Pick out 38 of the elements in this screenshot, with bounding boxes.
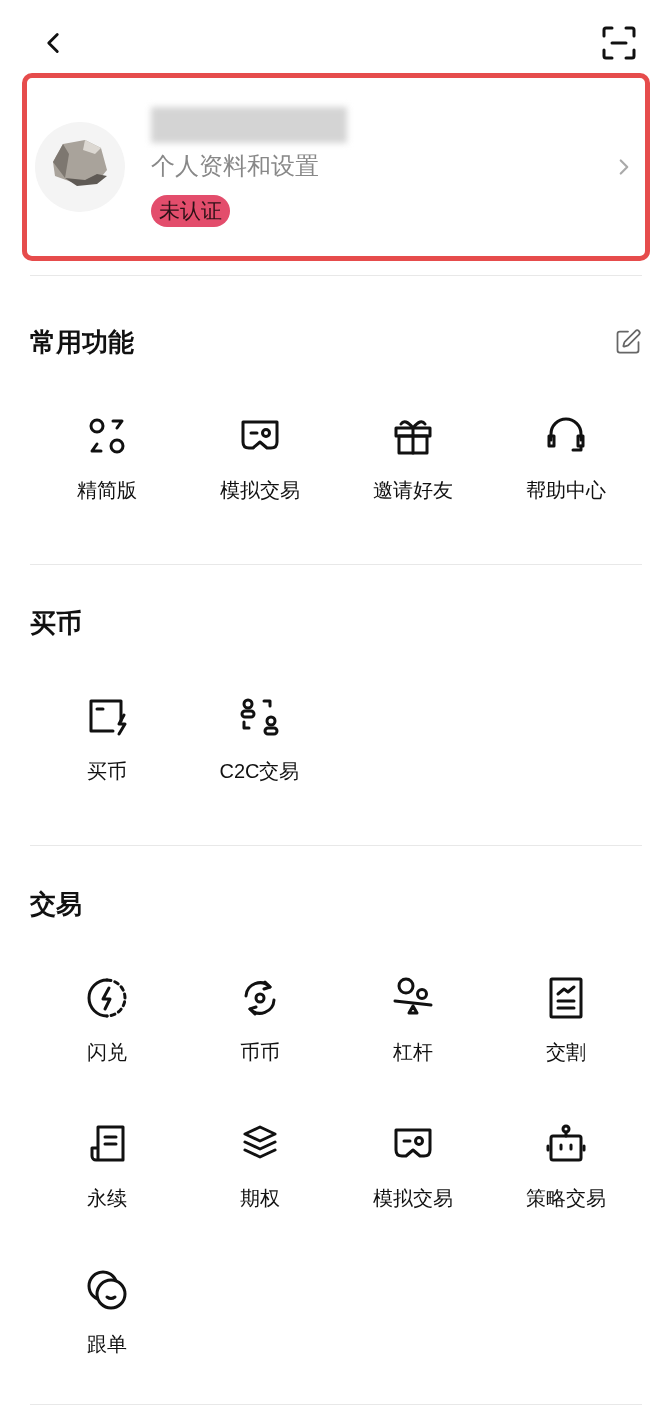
feature-item[interactable]: 币币 (183, 974, 336, 1064)
feature-item[interactable]: 邀请好友 (336, 412, 489, 502)
feature-item[interactable]: 策略交易 (489, 1120, 642, 1210)
edit-icon[interactable] (614, 328, 642, 356)
feature-item[interactable]: 模拟交易 (183, 412, 336, 502)
profile-card[interactable]: 个人资料和设置 未认证 (22, 73, 650, 261)
feature-item[interactable]: 期权 (183, 1120, 336, 1210)
feature-item[interactable]: 模拟交易 (336, 1120, 489, 1210)
section-title: 常用功能 (30, 325, 134, 359)
profile-subtitle: 个人资料和设置 (151, 151, 320, 181)
feature-label: 跟单 (86, 1332, 127, 1356)
feature-label: 币币 (239, 1040, 280, 1064)
scan-icon[interactable] (602, 25, 636, 60)
feature-label: 闪兑 (86, 1040, 127, 1064)
feature-label: 买币 (86, 759, 127, 783)
feature-item[interactable]: 永续 (30, 1120, 183, 1210)
feature-label: 策略交易 (525, 1186, 606, 1210)
verification-badge: 未认证 (151, 195, 230, 227)
feature-label: 杠杆 (392, 1040, 433, 1064)
feature-item[interactable]: C2C交易 (183, 693, 336, 783)
feature-item[interactable]: 精简版 (30, 412, 183, 502)
section-title: 买币 (30, 606, 82, 640)
feature-item[interactable]: 杠杆 (336, 974, 489, 1064)
feature-label: 模拟交易 (219, 478, 300, 502)
feature-label: 交割 (545, 1040, 586, 1064)
feature-label: 永续 (86, 1186, 127, 1210)
section-title: 交易 (30, 887, 82, 921)
feature-item[interactable]: 跟单 (30, 1266, 183, 1356)
feature-label: C2C交易 (219, 759, 300, 783)
feature-label: 精简版 (76, 478, 137, 502)
feature-label: 期权 (239, 1186, 280, 1210)
feature-item[interactable]: 交割 (489, 974, 642, 1064)
feature-item[interactable]: 帮助中心 (489, 412, 642, 502)
feature-label: 邀请好友 (372, 478, 453, 502)
feature-item[interactable]: 买币 (30, 693, 183, 783)
feature-label: 模拟交易 (372, 1186, 453, 1210)
feature-item[interactable]: 闪兑 (30, 974, 183, 1064)
feature-label: 帮助中心 (525, 478, 606, 502)
